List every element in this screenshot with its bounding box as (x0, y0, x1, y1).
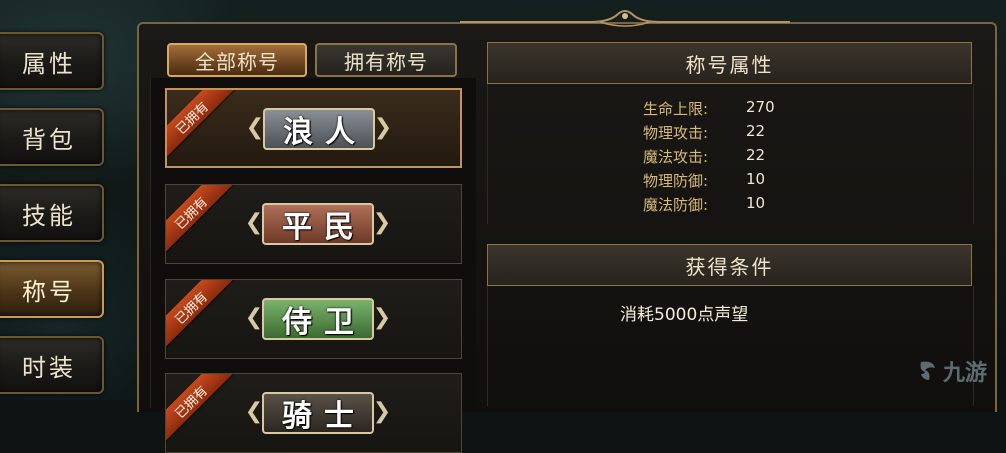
attr-value: 10 (746, 194, 766, 212)
nav-tab-fashion[interactable]: 时装 (0, 336, 104, 394)
plaque-wing-left-icon: ❮ (244, 399, 264, 424)
plaque-wing-right-icon: ❯ (372, 305, 392, 330)
owned-badge: 已拥有 (166, 185, 234, 256)
nav-tab-attributes[interactable]: 属性 (0, 32, 104, 90)
section-title: 称号属性 (685, 52, 774, 77)
attr-row-magic-attack: 魔法攻击: 22 (488, 146, 973, 168)
title-plaque: 侍卫 (262, 298, 374, 340)
attr-row-magic-defense: 魔法防御: 10 (488, 194, 973, 216)
owned-badge: 已拥有 (167, 90, 235, 161)
title-card-langren[interactable]: 已拥有 ❮ 浪人 ❯ (165, 88, 462, 168)
nav-tab-titles[interactable]: 称号 (0, 260, 104, 318)
attr-label: 物理防御: (642, 172, 708, 190)
title-card-qishi[interactable]: 已拥有 ❮ 骑士 ❯ (165, 373, 462, 453)
nav-tab-label: 称号 (22, 277, 76, 306)
plaque-wing-right-icon: ❯ (372, 210, 392, 235)
attr-label: 物理攻击: (642, 124, 708, 142)
filter-tab-all-titles[interactable]: 全部称号 (167, 43, 307, 77)
filter-tab-label: 全部称号 (195, 49, 279, 74)
title-attributes-header: 称号属性 (487, 42, 972, 84)
acquire-conditions-header: 获得条件 (487, 244, 972, 286)
watermark-text: 九游 (943, 361, 988, 386)
watermark-logo-icon (920, 361, 935, 380)
nav-tab-label: 技能 (22, 201, 76, 230)
attributes-panel: 生命上限: 270 物理攻击: 22 魔法攻击: 22 物理防御: 10 魔法防… (487, 84, 974, 224)
title-card-shiwei[interactable]: 已拥有 ❮ 侍卫 ❯ (165, 279, 462, 359)
attr-value: 270 (746, 98, 775, 116)
attr-label: 魔法攻击: (642, 148, 708, 166)
plaque-wing-left-icon: ❮ (245, 115, 265, 140)
owned-badge: 已拥有 (166, 280, 234, 351)
nav-tab-label: 背包 (22, 125, 76, 154)
watermark: 九游 (915, 355, 987, 387)
attr-label: 魔法防御: (642, 196, 708, 214)
attr-row-phys-defense: 物理防御: 10 (488, 170, 973, 192)
frame-ornament-icon (460, 10, 790, 27)
attr-value: 10 (746, 170, 766, 188)
attr-value: 22 (746, 146, 766, 164)
nav-tab-bag[interactable]: 背包 (0, 108, 104, 166)
attr-row-phys-attack: 物理攻击: 22 (488, 122, 973, 144)
plaque-wing-right-icon: ❯ (373, 115, 393, 140)
owned-badge: 已拥有 (166, 374, 234, 445)
title-card-pingmin[interactable]: 已拥有 ❮ 平民 ❯ (165, 184, 462, 264)
attr-row-hp: 生命上限: 270 (488, 98, 973, 120)
nav-tab-skills[interactable]: 技能 (0, 184, 104, 242)
attr-label: 生命上限: (642, 100, 708, 118)
title-plaque: 浪人 (263, 108, 375, 150)
title-plaque: 骑士 (262, 392, 374, 434)
nav-tab-label: 时装 (22, 353, 76, 382)
plaque-wing-left-icon: ❮ (244, 210, 264, 235)
attr-value: 22 (746, 122, 766, 140)
plaque-wing-left-icon: ❮ (244, 305, 264, 330)
filter-tab-owned-titles[interactable]: 拥有称号 (315, 43, 457, 77)
section-title: 获得条件 (685, 254, 774, 279)
nav-tab-label: 属性 (22, 49, 76, 78)
title-plaque: 平民 (262, 203, 374, 245)
condition-text: 消耗5000点声望 (620, 305, 749, 325)
plaque-wing-right-icon: ❯ (372, 399, 392, 424)
filter-tab-label: 拥有称号 (344, 49, 428, 74)
